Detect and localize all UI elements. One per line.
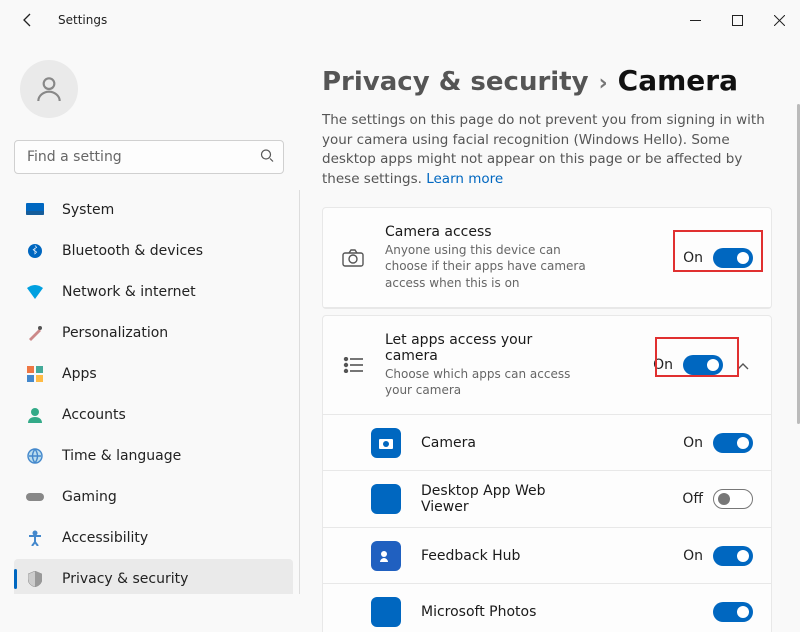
sidebar-item-personalization[interactable]: Personalization [14, 313, 293, 353]
chevron-up-icon[interactable] [737, 356, 753, 375]
sidebar-item-label: Accounts [62, 407, 126, 423]
breadcrumb-parent[interactable]: Privacy & security [322, 67, 589, 97]
globe-icon [26, 447, 44, 465]
titlebar: Settings [0, 0, 800, 40]
paintbrush-icon [26, 324, 44, 342]
main-content: Privacy & security › Camera The settings… [300, 40, 800, 632]
let-apps-toggle[interactable] [683, 355, 723, 375]
accessibility-icon [26, 529, 44, 547]
sidebar-item-label: Bluetooth & devices [62, 243, 203, 259]
sidebar-item-label: System [62, 202, 114, 218]
nav-list: System Bluetooth & devices Network & int… [14, 190, 300, 594]
sidebar-item-label: Gaming [62, 489, 117, 505]
chevron-right-icon: › [599, 71, 608, 96]
toggle-state-label: On [653, 357, 673, 373]
toggle-state-label: On [683, 435, 703, 451]
setting-title: Camera access [385, 224, 683, 240]
sidebar-item-accessibility[interactable]: Accessibility [14, 518, 293, 558]
close-icon [774, 15, 785, 26]
app-name: Desktop App Web Viewer [421, 483, 561, 515]
avatar[interactable] [20, 60, 78, 118]
app-toggle[interactable] [713, 489, 753, 509]
person-icon [33, 73, 65, 105]
app-name: Feedback Hub [421, 548, 683, 564]
sidebar-item-gaming[interactable]: Gaming [14, 477, 293, 517]
search-input[interactable] [14, 140, 284, 174]
shield-icon [26, 570, 44, 588]
app-toggle[interactable] [713, 433, 753, 453]
sidebar-item-label: Time & language [62, 448, 181, 464]
app-row: Desktop App Web Viewer Off [323, 471, 771, 528]
back-button[interactable] [14, 6, 42, 34]
learn-more-link[interactable]: Learn more [426, 171, 503, 187]
maximize-button[interactable] [716, 0, 758, 40]
window-title: Settings [58, 13, 107, 27]
page-title: Camera [618, 64, 738, 97]
app-name: Microsoft Photos [421, 604, 713, 620]
minimize-icon [690, 15, 701, 26]
app-icon-desktop-web-viewer [371, 484, 401, 514]
sidebar-item-label: Network & internet [62, 284, 196, 300]
toggle-state-label: On [683, 548, 703, 564]
app-row: Microsoft Photos [323, 584, 771, 632]
let-apps-row: Let apps access your camera Choose which… [323, 316, 771, 415]
let-apps-card: Let apps access your camera Choose which… [322, 315, 772, 632]
breadcrumb: Privacy & security › Camera [322, 64, 772, 97]
app-row: Camera On [323, 415, 771, 471]
maximize-icon [732, 15, 743, 26]
page-description: The settings on this page do not prevent… [322, 111, 772, 189]
toggle-state-label: Off [682, 491, 703, 507]
gamepad-icon [26, 488, 44, 506]
monitor-icon [26, 201, 44, 219]
app-toggle[interactable] [713, 546, 753, 566]
list-icon [341, 353, 365, 377]
camera-icon [341, 246, 365, 270]
bluetooth-icon [26, 242, 44, 260]
sidebar-item-system[interactable]: System [14, 190, 293, 230]
app-icon-feedback-hub [371, 541, 401, 571]
sidebar-item-label: Personalization [62, 325, 168, 341]
search-icon [260, 148, 274, 167]
app-toggle[interactable] [713, 602, 753, 622]
app-name: Camera [421, 435, 683, 451]
app-row: Feedback Hub On [323, 528, 771, 584]
sidebar-item-label: Accessibility [62, 530, 148, 546]
arrow-left-icon [20, 12, 36, 28]
sidebar-item-privacy[interactable]: Privacy & security [14, 559, 293, 594]
wifi-icon [26, 283, 44, 301]
user-icon [26, 406, 44, 424]
camera-access-toggle[interactable] [713, 248, 753, 268]
camera-access-row: Camera access Anyone using this device c… [323, 208, 771, 308]
sidebar-item-accounts[interactable]: Accounts [14, 395, 293, 435]
sidebar-item-time[interactable]: Time & language [14, 436, 293, 476]
camera-access-card: Camera access Anyone using this device c… [322, 207, 772, 309]
sidebar-item-apps[interactable]: Apps [14, 354, 293, 394]
sidebar-item-bluetooth[interactable]: Bluetooth & devices [14, 231, 293, 271]
setting-title: Let apps access your camera [385, 332, 535, 364]
close-button[interactable] [758, 0, 800, 40]
app-icon-camera [371, 428, 401, 458]
minimize-button[interactable] [674, 0, 716, 40]
setting-subtitle: Choose which apps can access your camera [385, 366, 595, 398]
sidebar-item-label: Privacy & security [62, 571, 188, 587]
sidebar-item-network[interactable]: Network & internet [14, 272, 293, 312]
apps-icon [26, 365, 44, 383]
sidebar: System Bluetooth & devices Network & int… [0, 40, 300, 632]
toggle-state-label: On [683, 250, 703, 266]
window-controls [674, 0, 800, 40]
setting-subtitle: Anyone using this device can choose if t… [385, 242, 595, 291]
app-icon-photos [371, 597, 401, 627]
sidebar-item-label: Apps [62, 366, 97, 382]
